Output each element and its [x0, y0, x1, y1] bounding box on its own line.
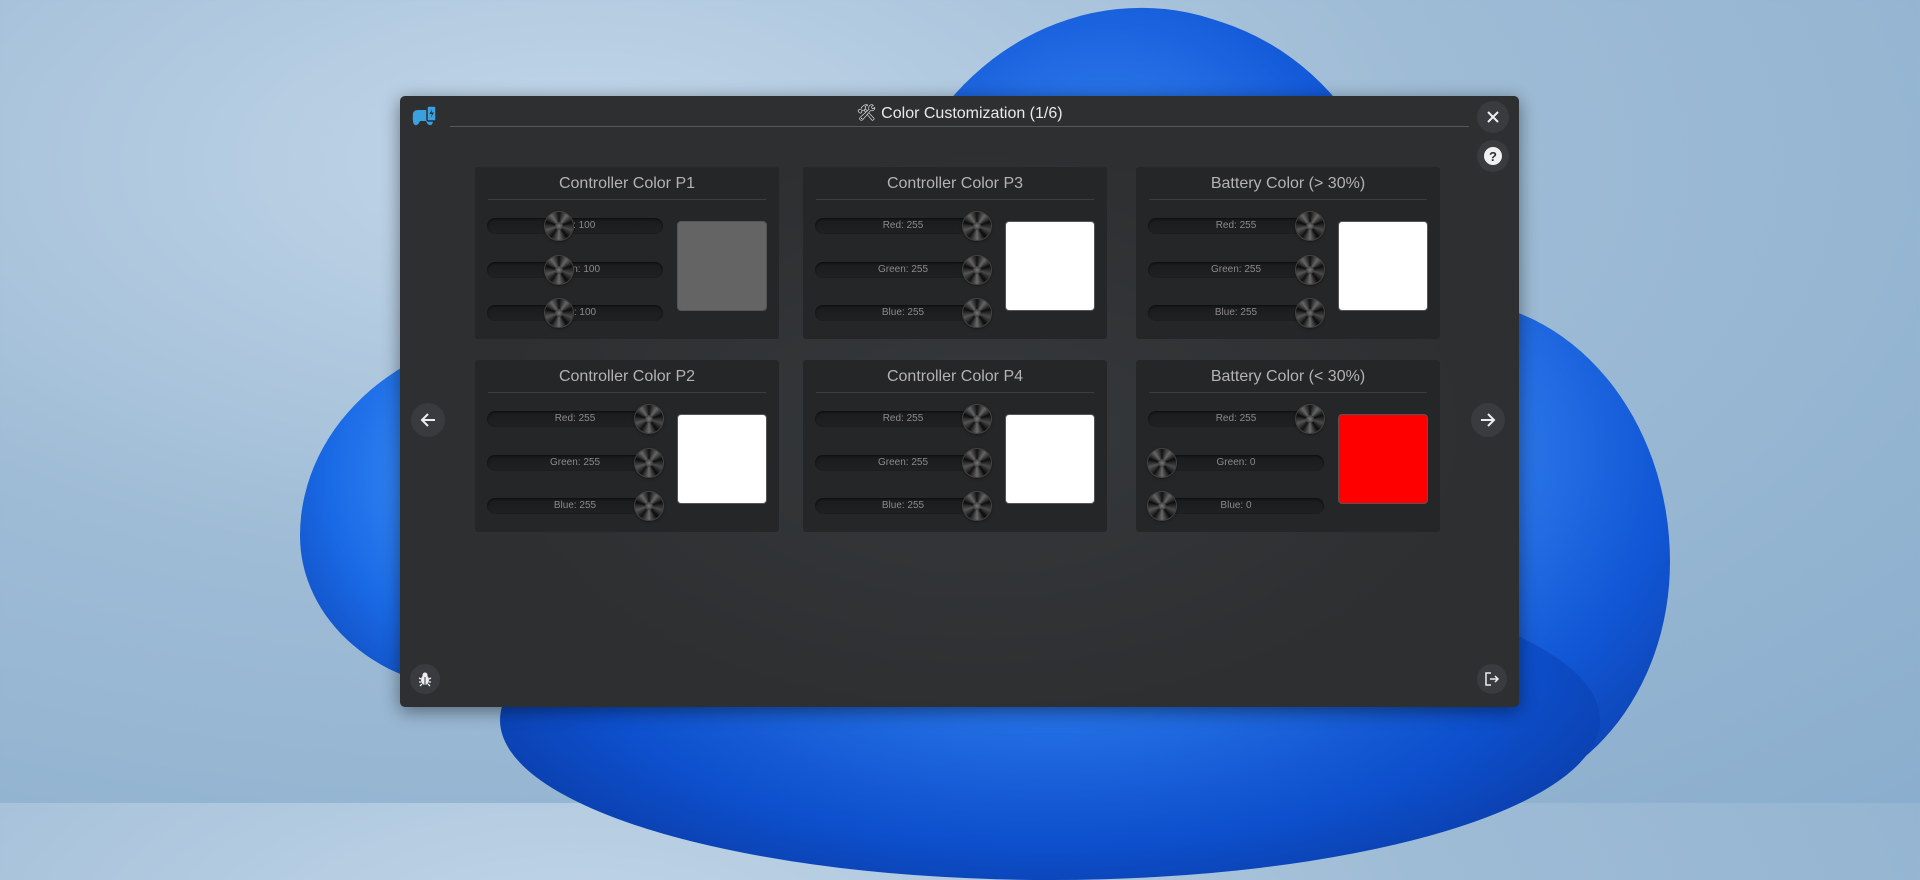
- help-button[interactable]: ?: [1477, 140, 1509, 172]
- slider-knob[interactable]: [1296, 212, 1324, 240]
- color-panel-controller-p2: Controller Color P2 Red: 255 Green: 255 …: [475, 360, 779, 532]
- panel-title: Battery Color (> 30%): [1149, 175, 1427, 200]
- color-preview-swatch: [1338, 414, 1428, 504]
- panel-title: Controller Color P2: [488, 368, 766, 393]
- red-slider[interactable]: Red: 255: [815, 212, 991, 240]
- slider-knob[interactable]: [963, 212, 991, 240]
- close-button[interactable]: [1477, 101, 1509, 133]
- color-preview-swatch: [1005, 414, 1095, 504]
- title-divider: [450, 126, 1469, 127]
- slider-knob[interactable]: [635, 449, 663, 477]
- slider-knob[interactable]: [963, 449, 991, 477]
- slider-knob[interactable]: [963, 405, 991, 433]
- slider-knob[interactable]: [1296, 256, 1324, 284]
- red-slider[interactable]: Red: 255: [487, 405, 663, 433]
- blue-slider[interactable]: Blue: 255: [815, 299, 991, 327]
- color-panel-battery-low: Battery Color (< 30%) Red: 255 Green: 0 …: [1136, 360, 1440, 532]
- slider-knob[interactable]: [963, 299, 991, 327]
- color-preview-swatch: [1005, 221, 1095, 311]
- slider-label: Green: 100: [549, 264, 601, 275]
- blue-slider[interactable]: Blue: 0: [1148, 492, 1324, 520]
- previous-page-button[interactable]: [411, 403, 445, 437]
- arrow-right-icon: [1479, 412, 1497, 428]
- bug-icon: [417, 671, 433, 687]
- green-slider[interactable]: Green: 100: [487, 256, 663, 284]
- slider-knob[interactable]: [1296, 299, 1324, 327]
- green-slider[interactable]: Green: 255: [815, 449, 991, 477]
- blue-slider[interactable]: Blue: 255: [815, 492, 991, 520]
- slider-knob[interactable]: [545, 256, 574, 284]
- green-slider[interactable]: Green: 255: [815, 256, 991, 284]
- slider-knob[interactable]: [635, 492, 663, 520]
- color-panel-battery-high: Battery Color (> 30%) Red: 255 Green: 25…: [1136, 167, 1440, 339]
- color-preview-swatch: [677, 414, 767, 504]
- panel-title: Controller Color P1: [488, 175, 766, 200]
- blue-slider[interactable]: Blue: 255: [1148, 299, 1324, 327]
- red-slider[interactable]: Red: 100: [487, 212, 663, 240]
- panel-title: Controller Color P4: [816, 368, 1094, 393]
- slider-knob[interactable]: [1296, 405, 1324, 433]
- next-page-button[interactable]: [1471, 403, 1505, 437]
- exit-button[interactable]: [1477, 664, 1507, 694]
- red-slider[interactable]: Red: 255: [1148, 405, 1324, 433]
- close-icon: [1486, 110, 1500, 124]
- slider-knob[interactable]: [963, 256, 991, 284]
- slider-knob[interactable]: [1148, 449, 1176, 477]
- color-preview-swatch: [1338, 221, 1428, 311]
- exit-icon: [1484, 671, 1500, 687]
- green-slider[interactable]: Green: 0: [1148, 449, 1324, 477]
- red-slider[interactable]: Red: 255: [815, 405, 991, 433]
- arrow-left-icon: [419, 412, 437, 428]
- slider-knob[interactable]: [963, 492, 991, 520]
- panel-title: Controller Color P3: [816, 175, 1094, 200]
- green-slider[interactable]: Green: 255: [1148, 256, 1324, 284]
- slider-knob[interactable]: [545, 212, 574, 240]
- slider-knob[interactable]: [1148, 492, 1176, 520]
- green-slider[interactable]: Green: 255: [487, 449, 663, 477]
- color-customization-window: 🛠 Color Customization (1/6) ? Controller…: [400, 96, 1519, 707]
- panel-title: Battery Color (< 30%): [1149, 368, 1427, 393]
- help-icon: ?: [1484, 147, 1502, 165]
- slider-label: Red: 100: [554, 220, 596, 231]
- color-panel-controller-p1: Controller Color P1 Red: 100 Green: 100 …: [475, 167, 779, 339]
- slider-knob[interactable]: [635, 405, 663, 433]
- debug-button[interactable]: [410, 664, 440, 694]
- color-panel-controller-p4: Controller Color P4 Red: 255 Green: 255 …: [803, 360, 1107, 532]
- color-preview-swatch: [677, 221, 767, 311]
- slider-label: Blue: 100: [553, 307, 597, 318]
- window-title: 🛠 Color Customization (1/6): [856, 105, 1063, 122]
- color-panel-controller-p3: Controller Color P3 Red: 255 Green: 255 …: [803, 167, 1107, 339]
- slider-knob[interactable]: [545, 299, 574, 327]
- blue-slider[interactable]: Blue: 255: [487, 492, 663, 520]
- blue-slider[interactable]: Blue: 100: [487, 299, 663, 327]
- red-slider[interactable]: Red: 255: [1148, 212, 1324, 240]
